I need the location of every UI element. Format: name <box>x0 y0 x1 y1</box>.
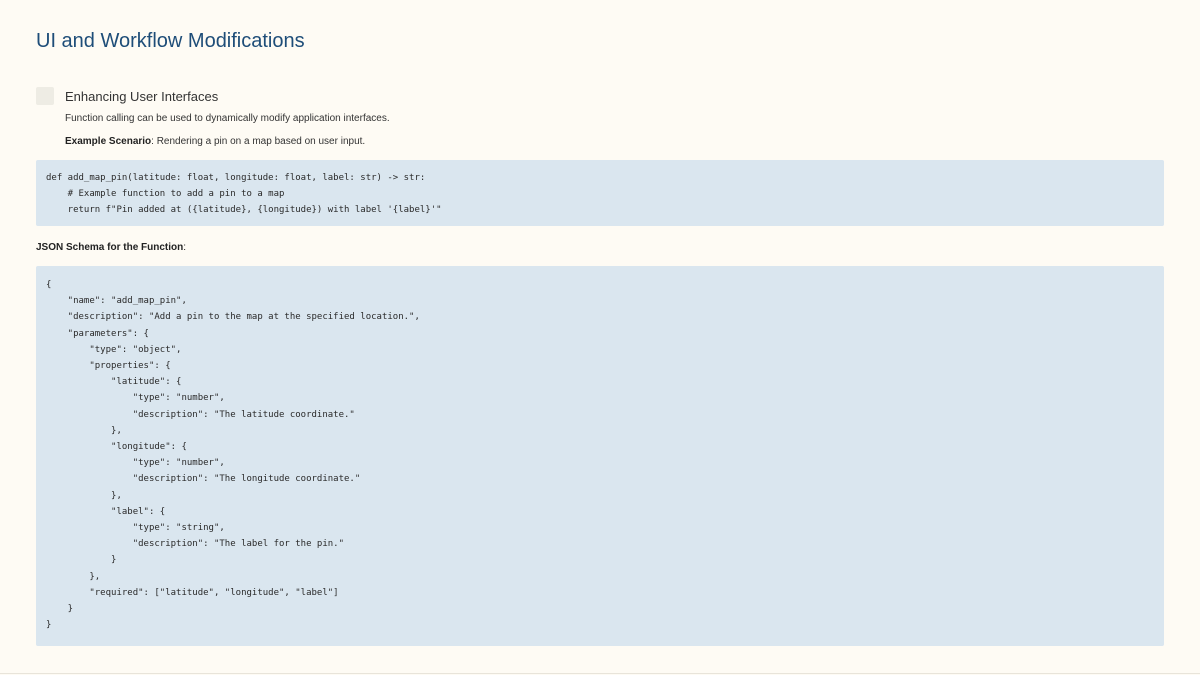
section-checkbox[interactable] <box>36 87 54 105</box>
bottom-divider <box>0 673 1200 674</box>
page-title: UI and Workflow Modifications <box>36 30 305 52</box>
schema-label: JSON Schema for the Function <box>36 242 184 253</box>
scenario-text: : Rendering a pin on a map based on user… <box>151 136 366 147</box>
schema-suffix: : <box>183 242 187 253</box>
section-label: Enhancing User Interfaces <box>65 88 219 104</box>
function-code-block: def add_map_pin(latitude: float, longitu… <box>36 160 1164 226</box>
schema-code-block: { "name": "add_map_pin", "description": … <box>36 266 1164 646</box>
schema-heading: JSON Schema for the Function: <box>36 242 186 253</box>
scenario-label: Example Scenario <box>65 136 152 147</box>
example-scenario: Example Scenario: Rendering a pin on a m… <box>65 136 365 147</box>
section-description: Function calling can be used to dynamica… <box>65 113 390 124</box>
section-header: Enhancing User Interfaces <box>36 87 218 105</box>
